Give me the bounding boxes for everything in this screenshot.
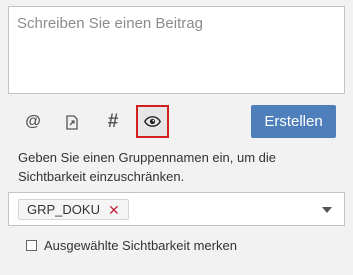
attach-link-button[interactable] [58, 108, 86, 136]
mention-button[interactable]: @ [19, 108, 47, 136]
chevron-down-icon[interactable] [322, 207, 332, 213]
post-composer-panel: @ # Erstellen Geben Sie einen Gruppennam… [0, 0, 353, 275]
group-select[interactable]: GRP_DOKU ✕ [8, 192, 345, 226]
visibility-button[interactable] [136, 105, 169, 138]
group-chip-label: GRP_DOKU [27, 202, 100, 217]
remember-visibility-label: Ausgewählte Sichtbarkeit merken [44, 238, 237, 253]
create-button[interactable]: Erstellen [251, 105, 336, 138]
remember-visibility-option[interactable]: Ausgewählte Sichtbarkeit merken [26, 238, 237, 253]
eye-icon [144, 116, 161, 127]
group-chip: GRP_DOKU ✕ [18, 199, 129, 220]
document-link-icon [66, 114, 78, 130]
hashtag-icon: # [107, 111, 119, 132]
remove-icon[interactable]: ✕ [108, 203, 120, 217]
hashtag-button[interactable]: # [99, 108, 127, 136]
remember-visibility-checkbox[interactable] [26, 240, 37, 251]
visibility-hint: Geben Sie einen Gruppennamen ein, um die… [18, 150, 277, 184]
post-textarea-container [8, 6, 345, 94]
at-icon: @ [25, 113, 41, 130]
post-input[interactable] [9, 7, 344, 93]
